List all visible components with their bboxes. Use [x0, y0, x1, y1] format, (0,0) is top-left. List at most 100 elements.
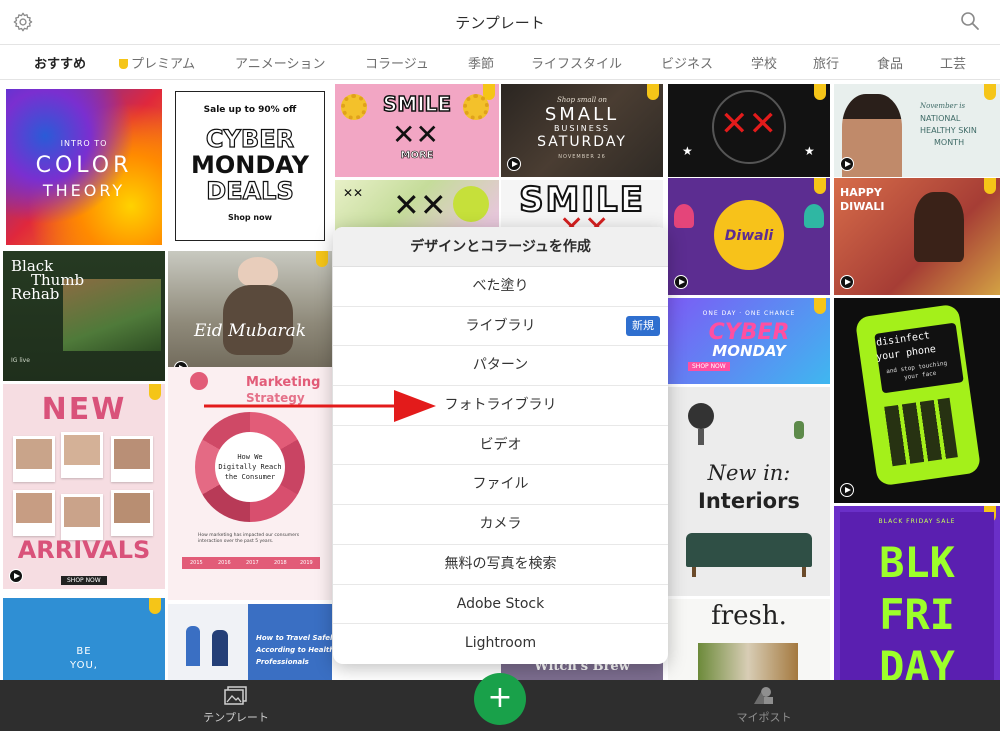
template-travel-safely[interactable]: How to Travel Safely According to Health…: [168, 604, 332, 680]
tab-season[interactable]: 季節: [468, 53, 494, 72]
menu-item-file[interactable]: ファイル: [333, 465, 668, 506]
top-bar: テンプレート: [0, 0, 1000, 44]
menu-item-lightroom[interactable]: Lightroom: [333, 624, 668, 664]
tile-text: ONE DAY · ONE CHANCE: [702, 310, 796, 317]
template-new-in-interiors[interactable]: New in: Interiors: [668, 387, 830, 596]
tile-text: Interiors: [698, 489, 800, 513]
template-eid-mubarak[interactable]: Eid Mubarak: [168, 251, 332, 381]
tile-text: MONDAY: [712, 342, 786, 360]
category-tabs: おすすめ プレミアム アニメーション コラージュ 季節 ライフスタイル ビジネス…: [0, 44, 1000, 80]
template-healthy-skin[interactable]: November is NATIONAL HEALTHY SKIN MONTH: [834, 84, 1000, 177]
tile-text: Digitally Reach: [218, 463, 282, 471]
nav-my-posts[interactable]: マイポスト: [726, 686, 802, 725]
tab-school[interactable]: 学校: [751, 53, 777, 72]
menu-item-camera[interactable]: カメラ: [333, 505, 668, 545]
menu-item-video[interactable]: ビデオ: [333, 426, 668, 466]
template-small-business-saturday[interactable]: Shop small on SMALL BUSINESS SATURDAY NO…: [501, 84, 663, 177]
tile-text: 2015: [190, 560, 203, 566]
template-smile-sunflower[interactable]: SMILE ✕✕ MORE: [335, 84, 499, 177]
tile-text: November is: [920, 102, 966, 110]
tile-text: 2016: [218, 560, 231, 566]
tile-text: HEALTHY SKIN: [920, 126, 977, 135]
tile-text: How marketing has impacted our consumers…: [198, 533, 300, 544]
play-icon: [674, 275, 688, 289]
tab-animation[interactable]: アニメーション: [235, 53, 325, 72]
tile-text: Diwali: [724, 228, 774, 244]
template-color-theory[interactable]: INTRO TO COLOR THEORY: [6, 89, 162, 245]
template-be-you[interactable]: BE YOU,: [3, 598, 165, 680]
create-new-button[interactable]: +: [474, 673, 526, 725]
tab-lifestyle[interactable]: ライフスタイル: [531, 53, 622, 72]
tile-text: 2019: [300, 560, 313, 566]
play-icon: [9, 569, 23, 583]
plus-icon: +: [487, 680, 513, 715]
template-diwali-purple[interactable]: Diwali: [668, 178, 830, 295]
tile-text: DIWALI: [840, 200, 885, 213]
tile-text: IG live: [11, 357, 30, 364]
play-icon: [840, 483, 854, 497]
menu-item-adobe-stock[interactable]: Adobe Stock: [333, 585, 668, 625]
tile-text: fresh.: [711, 601, 787, 631]
tile-text: According to Health: [256, 646, 332, 654]
tile-text: SATURDAY: [537, 134, 627, 150]
template-fresh[interactable]: fresh.: [668, 599, 830, 680]
menu-item-solid-color[interactable]: べた塗り: [333, 267, 668, 307]
create-design-popup: デザインとコラージュを作成 べた塗り ライブラリ 新規 パターン フォトライブラ…: [333, 227, 668, 664]
tile-text: FRI: [879, 590, 955, 639]
template-black-thumb[interactable]: Black Thumb Rehab IG live: [3, 251, 165, 381]
tile-text: SMALL: [544, 104, 620, 125]
tile-text: Shop small on: [556, 96, 608, 104]
play-icon: [174, 229, 188, 243]
template-happy-diwali-photo[interactable]: HAPPY DIWALI: [834, 178, 1000, 295]
tile-text: SHOP NOW: [688, 362, 730, 371]
premium-badge-icon: [316, 251, 328, 267]
premium-badge-icon: [149, 598, 161, 614]
tile-text: YOU,: [70, 660, 98, 671]
tile-text: New in:: [707, 461, 791, 485]
tile-text: INTRO TO: [60, 139, 108, 148]
tab-crafts[interactable]: 工芸: [940, 53, 966, 72]
tab-premium[interactable]: プレミアム: [119, 53, 195, 72]
menu-item-pattern[interactable]: パターン: [333, 346, 668, 387]
tab-collage[interactable]: コラージュ: [365, 53, 429, 72]
premium-badge-icon: [814, 84, 826, 100]
menu-item-search-free-photos[interactable]: 無料の写真を検索: [333, 545, 668, 585]
popup-title: デザインとコラージュを作成: [333, 227, 668, 267]
template-marshmello-black[interactable]: ✕✕ ★ ★: [668, 84, 830, 177]
nav-templates[interactable]: テンプレート: [196, 686, 276, 725]
template-cyber-monday-2[interactable]: ONE DAY · ONE CHANCE CYBER MONDAY SHOP N…: [668, 298, 830, 384]
tile-text: Eid Mubarak: [193, 321, 307, 341]
tab-business[interactable]: ビジネス: [661, 53, 713, 72]
template-cyber-monday[interactable]: Sale up to 90% off CYBER MONDAY DEALS Sh…: [168, 83, 332, 249]
my-posts-icon: [754, 687, 773, 704]
tab-premium-label: プレミアム: [131, 57, 196, 72]
tile-text: CYBER: [205, 124, 295, 153]
tile-text: THEORY: [42, 181, 126, 200]
tile-text: MONTH: [934, 138, 965, 147]
tile-text: MORE: [400, 150, 434, 162]
tile-text: COLOR: [35, 153, 133, 178]
templates-icon: [224, 686, 247, 705]
premium-crown-icon: [119, 59, 128, 69]
nav-templates-label: テンプレート: [203, 711, 269, 724]
menu-item-library-label: ライブラリ: [465, 317, 536, 334]
tile-text: HAPPY: [840, 186, 882, 199]
search-icon[interactable]: [960, 11, 980, 31]
tile-text: Sale up to 90% off: [203, 105, 297, 115]
tile-text: NATIONAL: [920, 114, 961, 123]
tile-text: DAY: [879, 642, 955, 680]
red-arrow-annotation: [204, 390, 436, 422]
tile-text: Shop now: [227, 213, 273, 222]
template-new-arrivals[interactable]: NEW ARRIVALS SHOP NOW: [3, 384, 165, 589]
tile-text: DEALS: [206, 176, 295, 205]
nav-my-posts-label: マイポスト: [736, 711, 792, 724]
template-disinfect-phone[interactable]: disinfect your phone and stop touching y…: [834, 298, 1000, 503]
tab-travel[interactable]: 旅行: [813, 53, 839, 72]
tile-text: BLACK FRIDAY SALE: [878, 518, 956, 525]
template-black-friday[interactable]: BLACK FRIDAY SALE BLK FRI DAY: [834, 506, 1000, 680]
menu-item-library[interactable]: ライブラリ 新規: [333, 307, 668, 347]
tile-text: Professionals: [256, 658, 309, 666]
tab-recommended[interactable]: おすすめ: [34, 53, 86, 72]
tab-food[interactable]: 食品: [877, 53, 903, 72]
tile-text: MONDAY: [191, 151, 309, 179]
